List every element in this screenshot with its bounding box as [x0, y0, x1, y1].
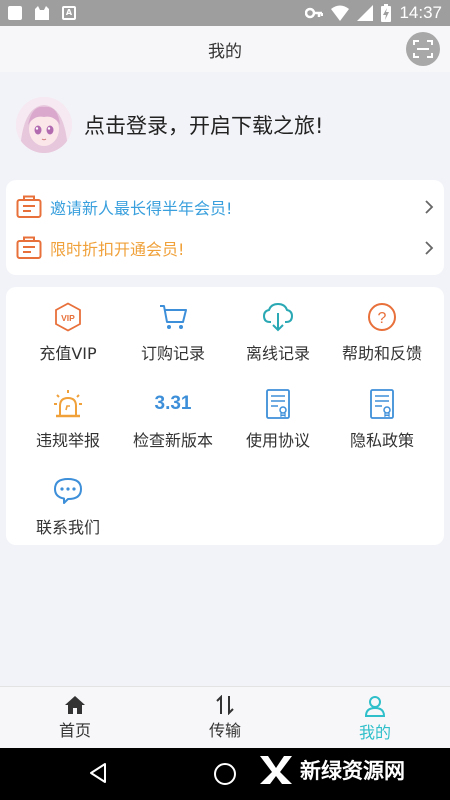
promo-invite-label: 邀请新人最长得半年会员! [50, 199, 233, 218]
svg-text:?: ? [378, 310, 387, 327]
menu-help-feedback[interactable]: ? 帮助和反馈 [327, 292, 437, 372]
chat-icon [53, 474, 83, 508]
vip-icon: VIP [54, 300, 82, 334]
chevron-right-icon [425, 200, 434, 214]
home-nav-icon[interactable] [214, 763, 236, 785]
battery-charging-icon [381, 4, 392, 22]
menu-contact-us[interactable]: 联系我们 [13, 466, 123, 546]
tab-transfer[interactable]: 传输 [150, 687, 300, 748]
watermark-logo: 新绿资源网 [258, 752, 405, 788]
menu-label: 使用协议 [245, 431, 310, 450]
tab-label: 我的 [358, 723, 391, 742]
menu-check-version[interactable]: 3.31 检查新版本 [118, 379, 228, 459]
scan-icon [413, 40, 433, 58]
system-nav-bar: 新绿资源网 [0, 748, 450, 800]
key-icon [305, 7, 324, 19]
help-icon: ? [367, 300, 397, 334]
alarm-icon [53, 387, 83, 421]
clock: 14:37 [399, 3, 442, 22]
avatar[interactable] [16, 97, 72, 153]
user-icon [364, 696, 386, 717]
document-icon [265, 387, 291, 421]
tab-mine[interactable]: 我的 [300, 687, 450, 748]
back-icon[interactable] [88, 762, 108, 784]
promo-card: 邀请新人最长得半年会员! 限时折扣开通会员! [6, 180, 444, 275]
tab-label: 传输 [208, 721, 241, 740]
menu-order-records[interactable]: 订购记录 [118, 292, 228, 372]
status-bar: A 14:37 [0, 0, 450, 26]
scan-button[interactable] [406, 32, 440, 66]
app-a-icon: A [62, 6, 76, 20]
ticket-icon [16, 195, 42, 218]
menu-label: 联系我们 [35, 518, 100, 537]
watermark-x-icon [260, 756, 292, 784]
menu-report-violation[interactable]: 违规举报 [13, 379, 123, 459]
home-icon [65, 696, 85, 714]
menu-privacy-policy[interactable]: 隐私政策 [327, 379, 437, 459]
transfer-icon [216, 695, 234, 715]
tab-home[interactable]: 首页 [0, 687, 150, 748]
menu-label: 订购记录 [140, 344, 205, 363]
menu-label: 违规举报 [35, 431, 100, 450]
login-prompt[interactable]: 点击登录，开启下载之旅! [84, 110, 323, 140]
menu-label: 帮助和反馈 [341, 344, 422, 363]
watermark-text: 新绿资源网 [300, 759, 405, 783]
menu-terms-of-use[interactable]: 使用协议 [223, 379, 333, 459]
menu-recharge-vip[interactable]: VIP 充值VIP [13, 292, 123, 372]
cloud-download-icon [263, 300, 293, 334]
page-title: 我的 [208, 41, 242, 62]
version-icon: 3.31 [155, 387, 192, 421]
menu-label: 充值VIP [39, 344, 97, 363]
chevron-right-icon [425, 241, 434, 255]
menu-label: 离线记录 [245, 344, 310, 363]
menu-offline-records[interactable]: 离线记录 [223, 292, 333, 372]
privacy-document-icon [369, 387, 395, 421]
menu-grid: VIP 充值VIP 订购记录 离线记录 ? 帮助和反馈 违规举报 3.31 检查… [6, 287, 444, 545]
bottom-tab-bar: 首页 传输 我的 [0, 686, 450, 748]
version-number: 3.31 [154, 393, 192, 414]
profile-login[interactable]: 点击登录，开启下载之旅! [16, 96, 323, 154]
ticket-icon [16, 236, 42, 259]
menu-label: 隐私政策 [349, 431, 414, 450]
wifi-icon [331, 5, 350, 21]
promo-discount-row[interactable]: 限时折扣开通会员! [16, 230, 434, 266]
tab-label: 首页 [58, 721, 91, 740]
menu-label: 检查新版本 [132, 431, 213, 450]
svg-text:VIP: VIP [61, 313, 75, 323]
promo-discount-label: 限时折扣开通会员! [50, 240, 185, 259]
promo-invite-row[interactable]: 邀请新人最长得半年会员! [16, 189, 434, 225]
cat-icon [35, 6, 49, 20]
title-bar: 我的 [0, 26, 450, 72]
signal-icon [357, 5, 374, 21]
notification-square-icon [8, 6, 22, 20]
cart-icon [159, 300, 187, 334]
